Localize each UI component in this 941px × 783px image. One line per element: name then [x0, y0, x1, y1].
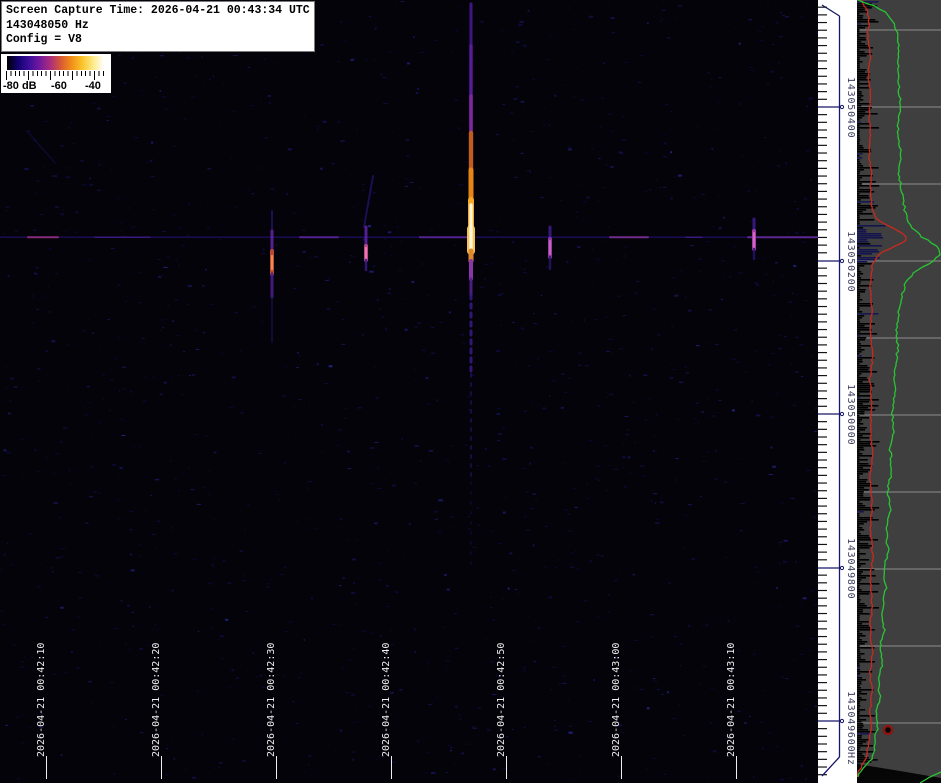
waterfall-canvas: [0, 0, 818, 783]
config-text: Config = V8: [6, 33, 82, 46]
spectrum-lab-screen: Screen Capture Time: 2026-04-21 00:43:34…: [0, 0, 941, 783]
time-label: 2026-04-21 00:43:00: [611, 643, 622, 757]
time-tick: [736, 756, 737, 779]
colorbar-ticks-major: [6, 71, 105, 80]
colorbar-label-max: -40: [85, 80, 101, 92]
frequency-label: 143050000: [845, 384, 856, 445]
time-label: 2026-04-21 00:42:10: [36, 643, 47, 757]
colorbar-label-min: -80 dB: [3, 80, 37, 92]
spectrum-graph-canvas: [857, 0, 941, 783]
time-tick: [621, 756, 622, 779]
time-tick: [46, 756, 47, 779]
time-label: 2026-04-21 00:42:50: [496, 643, 507, 757]
frequency-label: 143049800: [845, 538, 856, 599]
time-label: 2026-04-21 00:42:40: [381, 643, 392, 757]
colorbar-gradient: [7, 56, 104, 70]
colorbar-label-mid: -60: [51, 80, 67, 92]
time-tick: [276, 756, 277, 779]
time-tick: [506, 756, 507, 779]
frequency-axis: 143050400 143050200 143050000 143049800 1430…: [818, 0, 857, 783]
time-label: 2026-04-21 00:43:10: [726, 643, 737, 757]
spectrum-graph-panel: [857, 0, 941, 783]
frequency-label: 143049600: [845, 691, 856, 752]
time-label: 2026-04-21 00:42:20: [151, 643, 162, 757]
time-label: 2026-04-21 00:42:30: [266, 643, 277, 757]
waterfall-display: Screen Capture Time: 2026-04-21 00:43:34…: [0, 0, 818, 783]
frequency-label: 143050400: [845, 77, 856, 138]
capture-info-box: Screen Capture Time: 2026-04-21 00:43:34…: [1, 1, 315, 52]
frequency-unit-label: Hz: [845, 752, 856, 766]
intensity-colorbar: -80 dB -60 -40: [1, 54, 111, 93]
capture-time-text: Screen Capture Time: 2026-04-21 00:43:34…: [6, 4, 310, 17]
frequency-label: 143050200: [845, 231, 856, 292]
time-tick: [391, 756, 392, 779]
frequency-text: 143048050 Hz: [6, 19, 89, 32]
time-tick: [161, 756, 162, 779]
